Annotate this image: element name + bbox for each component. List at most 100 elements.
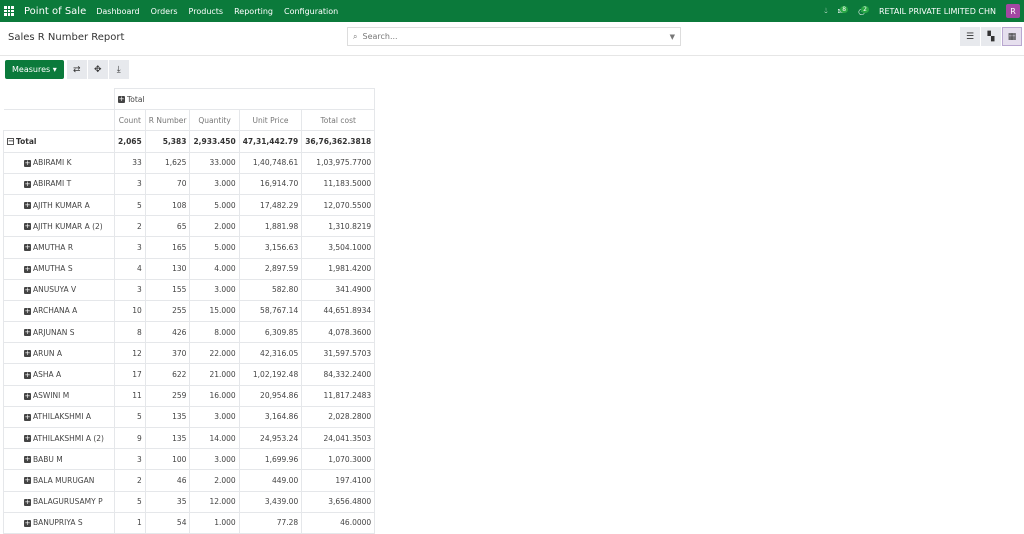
row-header-total[interactable]: − Total [3, 130, 115, 153]
value-cell[interactable]: 46 [144, 469, 191, 492]
value-cell[interactable]: 1,881.98 [238, 215, 303, 238]
row-header[interactable]: + ARUN A [3, 342, 115, 365]
menu-configuration[interactable]: Configuration [284, 7, 338, 16]
value-cell[interactable]: 35 [144, 490, 191, 513]
total-cell[interactable]: 5,383 [144, 130, 191, 153]
kanban-view-button[interactable]: ▚ [981, 27, 1001, 46]
value-cell[interactable]: 2.000 [189, 469, 240, 492]
row-header[interactable]: + ASHA A [3, 363, 115, 386]
value-cell[interactable]: 12,070.5500 [301, 193, 376, 217]
value-cell[interactable]: 12.000 [189, 490, 240, 513]
row-header[interactable]: + AMUTHA S [3, 257, 115, 280]
value-cell[interactable]: 46.0000 [301, 511, 376, 534]
menu-reporting[interactable]: Reporting [234, 7, 273, 16]
row-header[interactable]: + BANUPRIYA S [3, 511, 115, 534]
row-header[interactable]: + ABIRAMI K [3, 151, 115, 174]
list-view-button[interactable]: ☰ [960, 27, 980, 46]
value-cell[interactable]: 3 [114, 278, 146, 301]
app-brand[interactable]: Point of Sale [24, 6, 86, 17]
value-cell[interactable]: 5 [114, 193, 146, 217]
expand-all-button[interactable]: ✥ [87, 60, 108, 79]
value-cell[interactable]: 44,651.8934 [301, 299, 376, 323]
value-cell[interactable]: 1,310.8219 [301, 215, 376, 238]
value-cell[interactable]: 4,078.3600 [301, 321, 376, 344]
value-cell[interactable]: 33.000 [189, 151, 240, 174]
menu-dashboard[interactable]: Dashboard [96, 7, 139, 16]
value-cell[interactable]: 197.4100 [301, 469, 376, 492]
row-header[interactable]: + BALA MURUGAN [3, 469, 115, 492]
value-cell[interactable]: 24,041.3503 [301, 426, 376, 450]
value-cell[interactable]: 8 [114, 321, 146, 344]
value-cell[interactable]: 2.000 [189, 215, 240, 238]
value-cell[interactable]: 70 [144, 172, 191, 195]
value-cell[interactable]: 6,309.85 [238, 321, 303, 344]
value-cell[interactable]: 8.000 [189, 321, 240, 344]
value-cell[interactable]: 1,070.3000 [301, 448, 376, 471]
activity-icon[interactable]: ◔2 [858, 5, 869, 16]
value-cell[interactable]: 5 [114, 490, 146, 513]
value-cell[interactable]: 5.000 [189, 193, 240, 217]
value-cell[interactable]: 17 [114, 363, 146, 386]
col-header-total[interactable]: + Total [113, 87, 376, 111]
value-cell[interactable]: 3,164.86 [238, 405, 303, 429]
value-cell[interactable]: 426 [144, 321, 191, 344]
value-cell[interactable]: 1 [114, 511, 146, 534]
value-cell[interactable]: 135 [144, 405, 191, 429]
value-cell[interactable]: 3.000 [189, 405, 240, 429]
value-cell[interactable]: 10 [114, 299, 146, 323]
measure-header[interactable]: Quantity [189, 109, 240, 132]
measures-button[interactable]: Measures ▾ [5, 60, 64, 79]
row-header[interactable]: + ATHILAKSHMI A [3, 405, 115, 429]
value-cell[interactable]: 15.000 [189, 299, 240, 323]
value-cell[interactable]: 1,699.96 [238, 448, 303, 471]
value-cell[interactable]: 582.80 [238, 278, 303, 301]
value-cell[interactable]: 2 [114, 469, 146, 492]
value-cell[interactable]: 5.000 [189, 236, 240, 259]
value-cell[interactable]: 155 [144, 278, 191, 301]
avatar[interactable]: R [1006, 4, 1020, 18]
measure-header[interactable]: R Number [144, 109, 191, 132]
value-cell[interactable]: 3.000 [189, 448, 240, 471]
value-cell[interactable]: 259 [144, 384, 191, 407]
value-cell[interactable]: 2 [114, 215, 146, 238]
value-cell[interactable]: 3,656.4800 [301, 490, 376, 513]
value-cell[interactable]: 255 [144, 299, 191, 323]
messages-icon[interactable]: ✉︎8 [838, 5, 849, 16]
row-header[interactable]: + BABU M [3, 448, 115, 471]
value-cell[interactable]: 33 [114, 151, 146, 174]
company-name[interactable]: RETAIL PRIVATE LIMITED CHN [879, 7, 996, 16]
value-cell[interactable]: 84,332.2400 [301, 363, 376, 386]
value-cell[interactable]: 341.4900 [301, 278, 376, 301]
value-cell[interactable]: 65 [144, 215, 191, 238]
value-cell[interactable]: 4 [114, 257, 146, 280]
row-header[interactable]: + AJITH KUMAR A [3, 193, 115, 217]
value-cell[interactable]: 77.28 [238, 511, 303, 534]
search-options-caret-icon[interactable]: ▼ [670, 33, 675, 41]
value-cell[interactable]: 17,482.29 [238, 193, 303, 217]
value-cell[interactable]: 622 [144, 363, 191, 386]
value-cell[interactable]: 3 [114, 448, 146, 471]
row-header[interactable]: + ARJUNAN S [3, 321, 115, 344]
value-cell[interactable]: 3,156.63 [238, 236, 303, 259]
value-cell[interactable]: 3.000 [189, 278, 240, 301]
value-cell[interactable]: 1,981.4200 [301, 257, 376, 280]
value-cell[interactable]: 3.000 [189, 172, 240, 195]
value-cell[interactable]: 135 [144, 426, 191, 450]
value-cell[interactable]: 1,625 [144, 151, 191, 174]
measure-header[interactable]: Total cost [301, 109, 376, 132]
value-cell[interactable]: 370 [144, 342, 191, 365]
app-grid-icon[interactable] [4, 6, 14, 16]
value-cell[interactable]: 4.000 [189, 257, 240, 280]
row-header[interactable]: + ATHILAKSHMI A (2) [3, 426, 115, 450]
value-cell[interactable]: 1,02,192.48 [238, 363, 303, 386]
value-cell[interactable]: 3 [114, 172, 146, 195]
total-cell[interactable]: 47,31,442.79 [238, 130, 303, 153]
value-cell[interactable]: 54 [144, 511, 191, 534]
value-cell[interactable]: 42,316.05 [238, 342, 303, 365]
measure-header[interactable]: Unit Price [238, 109, 303, 132]
value-cell[interactable]: 165 [144, 236, 191, 259]
value-cell[interactable]: 11,183.5000 [301, 172, 376, 195]
row-header[interactable]: + ARCHANA A [3, 299, 115, 323]
value-cell[interactable]: 12 [114, 342, 146, 365]
value-cell[interactable]: 2,028.2800 [301, 405, 376, 429]
